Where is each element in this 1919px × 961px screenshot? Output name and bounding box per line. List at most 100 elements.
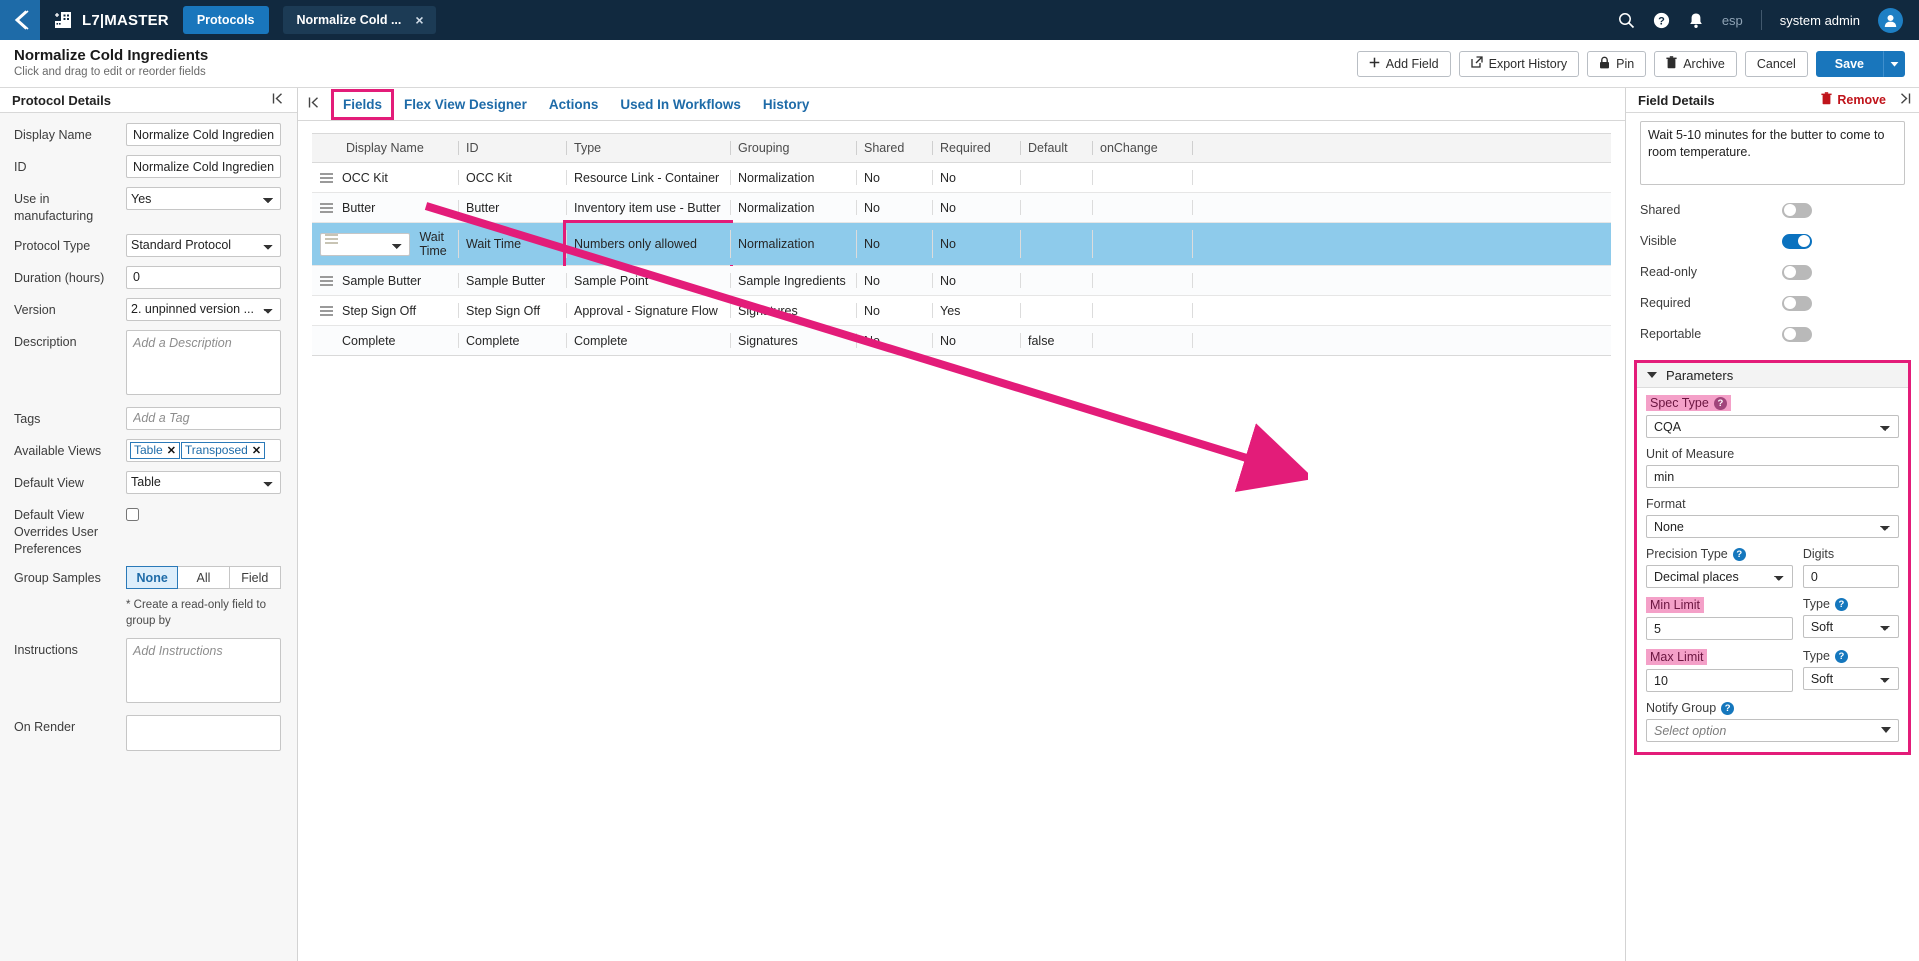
cell-required[interactable]: No <box>932 192 1020 223</box>
cell-type[interactable]: Complete <box>566 325 730 356</box>
chip-remove-icon[interactable]: ✕ <box>252 444 261 457</box>
cell-id[interactable]: Wait Time <box>458 222 566 266</box>
cell-shared[interactable]: No <box>856 192 932 223</box>
tab-used-in-workflows[interactable]: Used In Workflows <box>610 91 751 118</box>
notify-group-select[interactable] <box>1646 719 1899 742</box>
collapse-panel-icon[interactable] <box>304 96 331 112</box>
cell-display-name[interactable]: Wait Time <box>312 222 458 266</box>
cell-id[interactable]: Butter <box>458 192 566 223</box>
version-select[interactable]: 2. unpinned version ... <box>126 297 281 321</box>
notification-bell-icon[interactable] <box>1688 12 1704 29</box>
on-render-textarea[interactable] <box>126 715 281 752</box>
col-id[interactable]: ID <box>458 133 566 163</box>
cell-required[interactable]: No <box>932 325 1020 356</box>
cell-default[interactable]: false <box>1020 325 1092 356</box>
duration-input[interactable] <box>126 265 281 289</box>
cell-onchange[interactable] <box>1092 222 1192 266</box>
search-icon[interactable] <box>1618 12 1635 29</box>
cell-shared[interactable]: No <box>856 325 932 356</box>
cell-display-name[interactable]: Step Sign Off <box>312 295 458 326</box>
table-row[interactable]: OCC Kit OCC Kit Resource Link - Containe… <box>312 162 1611 193</box>
cell-display-name[interactable]: Butter <box>312 192 458 223</box>
min-limit-type-select[interactable]: Soft <box>1802 615 1900 638</box>
group-samples-option-all[interactable]: All <box>178 566 230 590</box>
help-icon[interactable]: ? <box>1732 547 1746 561</box>
cell-required[interactable]: Yes <box>932 295 1020 326</box>
language-selector[interactable]: esp <box>1722 13 1743 28</box>
expand-right-panel-icon[interactable] <box>1898 92 1911 108</box>
help-icon[interactable]: ? <box>1713 396 1727 410</box>
use-in-manufacturing-select[interactable]: Yes <box>126 187 281 210</box>
tab-history[interactable]: History <box>753 91 820 118</box>
nav-protocols-chip[interactable]: Protocols <box>182 6 269 34</box>
cell-grouping[interactable]: Signatures <box>730 325 856 356</box>
cell-grouping[interactable]: Normalization <box>730 192 856 223</box>
archive-button[interactable]: Archive <box>1654 50 1737 77</box>
cell-default[interactable] <box>1020 295 1092 326</box>
max-limit-input[interactable] <box>1646 669 1793 692</box>
chip-transposed[interactable]: Transposed ✕ <box>180 441 266 459</box>
cell-display-name[interactable]: Complete <box>312 325 458 356</box>
default-view-overrides-checkbox[interactable] <box>126 507 139 521</box>
cell-onchange[interactable] <box>1092 192 1192 223</box>
cell-type[interactable]: Inventory item use - Butter <box>566 192 730 223</box>
cell-type-highlighted[interactable]: Numbers only allowed <box>563 219 733 269</box>
drag-handle-icon[interactable] <box>320 202 333 213</box>
format-select[interactable]: None <box>1646 515 1899 538</box>
id-input[interactable] <box>126 155 281 178</box>
unit-of-measure-input[interactable] <box>1646 465 1899 488</box>
cell-id[interactable]: Sample Butter <box>458 265 566 296</box>
group-samples-option-none[interactable]: None <box>126 566 179 590</box>
drag-handle-icon[interactable] <box>320 275 333 286</box>
read-only-toggle[interactable] <box>1782 264 1812 280</box>
tab-actions[interactable]: Actions <box>539 91 609 118</box>
save-button[interactable]: Save <box>1815 50 1883 77</box>
cell-default[interactable] <box>1020 192 1092 223</box>
spec-type-select[interactable]: CQA <box>1646 415 1899 438</box>
col-required[interactable]: Required <box>932 133 1020 163</box>
export-history-button[interactable]: Export History <box>1458 50 1580 77</box>
col-onchange[interactable]: onChange <box>1092 133 1192 163</box>
tags-input[interactable] <box>126 406 281 430</box>
protocol-type-select[interactable]: Standard Protocol <box>126 233 281 257</box>
cell-grouping[interactable]: Sample Ingredients <box>730 265 856 296</box>
drag-handle-icon[interactable] <box>320 305 333 316</box>
cancel-button[interactable]: Cancel <box>1744 50 1808 77</box>
cell-type[interactable]: Sample Point <box>566 265 730 296</box>
drag-handle-icon[interactable] <box>320 172 333 183</box>
cell-default[interactable] <box>1020 222 1092 266</box>
display-name-input[interactable] <box>126 123 281 146</box>
cell-id[interactable]: Complete <box>458 325 566 356</box>
help-icon[interactable]: ? <box>1834 649 1848 663</box>
field-description-textarea[interactable]: Wait 5-10 minutes for the butter to come… <box>1640 121 1905 185</box>
cell-grouping[interactable]: Signatures <box>730 295 856 326</box>
cell-shared[interactable]: No <box>856 295 932 326</box>
help-icon[interactable]: ? <box>1721 701 1735 715</box>
cell-default[interactable] <box>1020 162 1092 193</box>
nav-open-tab[interactable]: Normalize Cold ... × <box>282 6 436 34</box>
reportable-toggle[interactable] <box>1782 326 1812 342</box>
table-row[interactable]: Step Sign Off Step Sign Off Approval - S… <box>312 295 1611 326</box>
cell-default[interactable] <box>1020 265 1092 296</box>
available-views-chips[interactable]: Table ✕ Transposed ✕ <box>126 438 281 462</box>
digits-input[interactable] <box>1802 565 1900 588</box>
min-limit-input[interactable] <box>1646 617 1793 640</box>
shared-toggle[interactable] <box>1782 202 1812 218</box>
tab-fields[interactable]: Fields <box>330 88 395 120</box>
parameters-header[interactable]: Parameters <box>1637 363 1908 388</box>
table-row[interactable]: Butter Butter Inventory item use - Butte… <box>312 192 1611 223</box>
max-limit-type-select[interactable]: Soft <box>1802 667 1900 690</box>
group-samples-option-field[interactable]: Field <box>229 566 281 590</box>
cell-required[interactable]: No <box>932 162 1020 193</box>
drag-handle-icon[interactable] <box>320 232 411 256</box>
help-icon[interactable]: ? <box>1834 597 1848 611</box>
pin-button[interactable]: Pin <box>1587 50 1647 77</box>
help-icon[interactable]: ? <box>1653 12 1670 29</box>
chip-table[interactable]: Table ✕ <box>130 441 180 459</box>
table-row[interactable]: Sample Butter Sample Butter Sample Point… <box>312 265 1611 296</box>
col-default[interactable]: Default <box>1020 133 1092 163</box>
col-shared[interactable]: Shared <box>856 133 932 163</box>
cell-grouping[interactable]: Normalization <box>730 162 856 193</box>
visible-toggle[interactable] <box>1782 233 1812 249</box>
required-toggle[interactable] <box>1782 295 1812 311</box>
